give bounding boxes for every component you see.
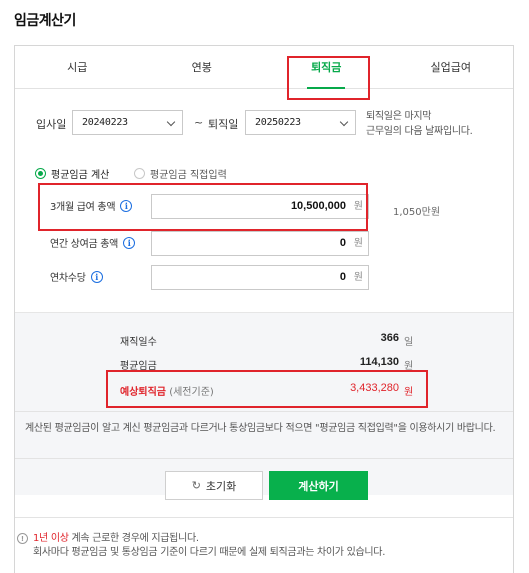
end-date-label: 퇴직일 bbox=[208, 118, 239, 131]
expected-severance-label: 예상퇴직금 (세전기준) bbox=[120, 383, 214, 398]
radio-average-wage-calc[interactable]: 평균임금 계산 bbox=[35, 166, 109, 181]
info-icon[interactable]: i bbox=[123, 236, 136, 249]
bonus-label-text: 연간 상여금 총액 bbox=[50, 239, 119, 250]
annual-leave-value: 0 bbox=[339, 271, 346, 283]
calculator-tabs: 시급 연봉 퇴직금 실업급여 bbox=[15, 46, 513, 89]
tenure-days-value: 366 bbox=[380, 332, 399, 344]
chevron-down-icon bbox=[166, 117, 176, 127]
result-description: 계산된 평균임금이 알고 계신 평균임금과 다르거나 통상임금보다 적으면 "평… bbox=[25, 423, 496, 434]
salary-3month-hint: 1,050만원 bbox=[393, 207, 441, 218]
radio-unchecked-icon bbox=[134, 168, 145, 179]
end-date-note: 퇴직일은 마지막 근무일의 다음 날짜입니다. bbox=[366, 109, 473, 139]
tab-annual-salary[interactable]: 연봉 bbox=[140, 46, 265, 88]
bonus-value: 0 bbox=[339, 237, 346, 249]
salary-3month-value: 10,500,000 bbox=[290, 200, 346, 212]
annual-leave-unit: 원 bbox=[353, 272, 363, 283]
salary-3month-input[interactable]: 10,500,000 원 bbox=[151, 194, 369, 219]
start-date-select[interactable]: 20240223 bbox=[72, 110, 183, 135]
expected-severance-unit: 원 bbox=[404, 387, 414, 398]
annual-leave-input[interactable]: 0 원 bbox=[151, 265, 369, 290]
bonus-input[interactable]: 0 원 bbox=[151, 231, 369, 256]
bonus-unit: 원 bbox=[353, 238, 363, 249]
wage-calculator-panel: 시급 연봉 퇴직금 실업급여 입사일 20240223 ~ 퇴직일 202502… bbox=[14, 45, 514, 573]
average-wage-value: 114,130 bbox=[359, 356, 399, 368]
calculate-button[interactable]: 계산하기 bbox=[269, 471, 368, 500]
buttons-divider bbox=[15, 458, 513, 459]
footer-note-line1-rest: 계속 근로한 경우에 지급됩니다. bbox=[68, 533, 200, 544]
expected-severance-sub: (세전기준) bbox=[169, 387, 214, 398]
footer-divider bbox=[15, 517, 513, 518]
start-date-value: 20240223 bbox=[82, 117, 128, 128]
info-icon[interactable]: i bbox=[90, 270, 103, 283]
expected-severance-label-text: 예상퇴직금 bbox=[120, 387, 166, 398]
end-date-value: 20250223 bbox=[255, 117, 301, 128]
reset-button-label: 초기화 bbox=[205, 479, 237, 493]
footer-note-line2: 회사마다 평균임금 및 통상임금 기준이 다르기 때문에 실제 퇴직금과는 차이… bbox=[33, 547, 386, 558]
tab-severance[interactable]: 퇴직금 bbox=[264, 46, 389, 88]
footer-note-line1: 1년 이상 계속 근로한 경우에 지급됩니다. bbox=[33, 532, 199, 546]
salary-3month-label: 3개월 급여 총액 i bbox=[50, 198, 133, 213]
result-summary: 재직일수 366 일 평균임금 114,130 원 예상퇴직금 (세전기준) 3… bbox=[15, 312, 513, 495]
salary-3month-label-text: 3개월 급여 총액 bbox=[50, 202, 116, 213]
reset-icon: ↻ bbox=[191, 479, 201, 492]
tenure-days-label: 재직일수 bbox=[120, 337, 157, 348]
radio-checked-icon bbox=[35, 168, 46, 179]
annual-leave-label: 연차수당 i bbox=[50, 269, 103, 284]
end-date-note-line1: 퇴직일은 마지막 bbox=[366, 111, 432, 122]
end-date-note-line2: 근무일의 다음 날짜입니다. bbox=[366, 126, 473, 137]
end-date-select[interactable]: 20250223 bbox=[245, 110, 356, 135]
tab-unemployment[interactable]: 실업급여 bbox=[389, 46, 514, 88]
average-wage-unit: 원 bbox=[404, 361, 414, 372]
date-separator: ~ bbox=[194, 116, 204, 129]
start-date-label: 입사일 bbox=[36, 118, 67, 131]
summary-divider bbox=[15, 411, 513, 412]
salary-3month-unit: 원 bbox=[353, 201, 363, 212]
chevron-down-icon bbox=[339, 117, 349, 127]
expected-severance-value: 3,433,280 bbox=[350, 382, 399, 394]
annual-leave-label-text: 연차수당 bbox=[50, 273, 86, 284]
radio-average-wage-calc-label: 평균임금 계산 bbox=[51, 170, 110, 181]
tab-hourly[interactable]: 시급 bbox=[15, 46, 140, 88]
reset-button[interactable]: ↻ 초기화 bbox=[165, 471, 263, 500]
radio-average-wage-direct-label: 평균임금 직접입력 bbox=[150, 170, 227, 181]
calculate-button-label: 계산하기 bbox=[298, 479, 339, 493]
average-wage-label: 평균임금 bbox=[120, 361, 157, 372]
page-title: 임금계산기 bbox=[14, 13, 76, 29]
bonus-label: 연간 상여금 총액 i bbox=[50, 235, 136, 250]
footer-note-highlight: 1년 이상 bbox=[33, 533, 69, 544]
notice-icon: ! bbox=[17, 533, 28, 544]
info-icon[interactable]: i bbox=[120, 199, 133, 212]
tenure-days-unit: 일 bbox=[404, 337, 414, 348]
radio-average-wage-direct[interactable]: 평균임금 직접입력 bbox=[134, 166, 227, 181]
